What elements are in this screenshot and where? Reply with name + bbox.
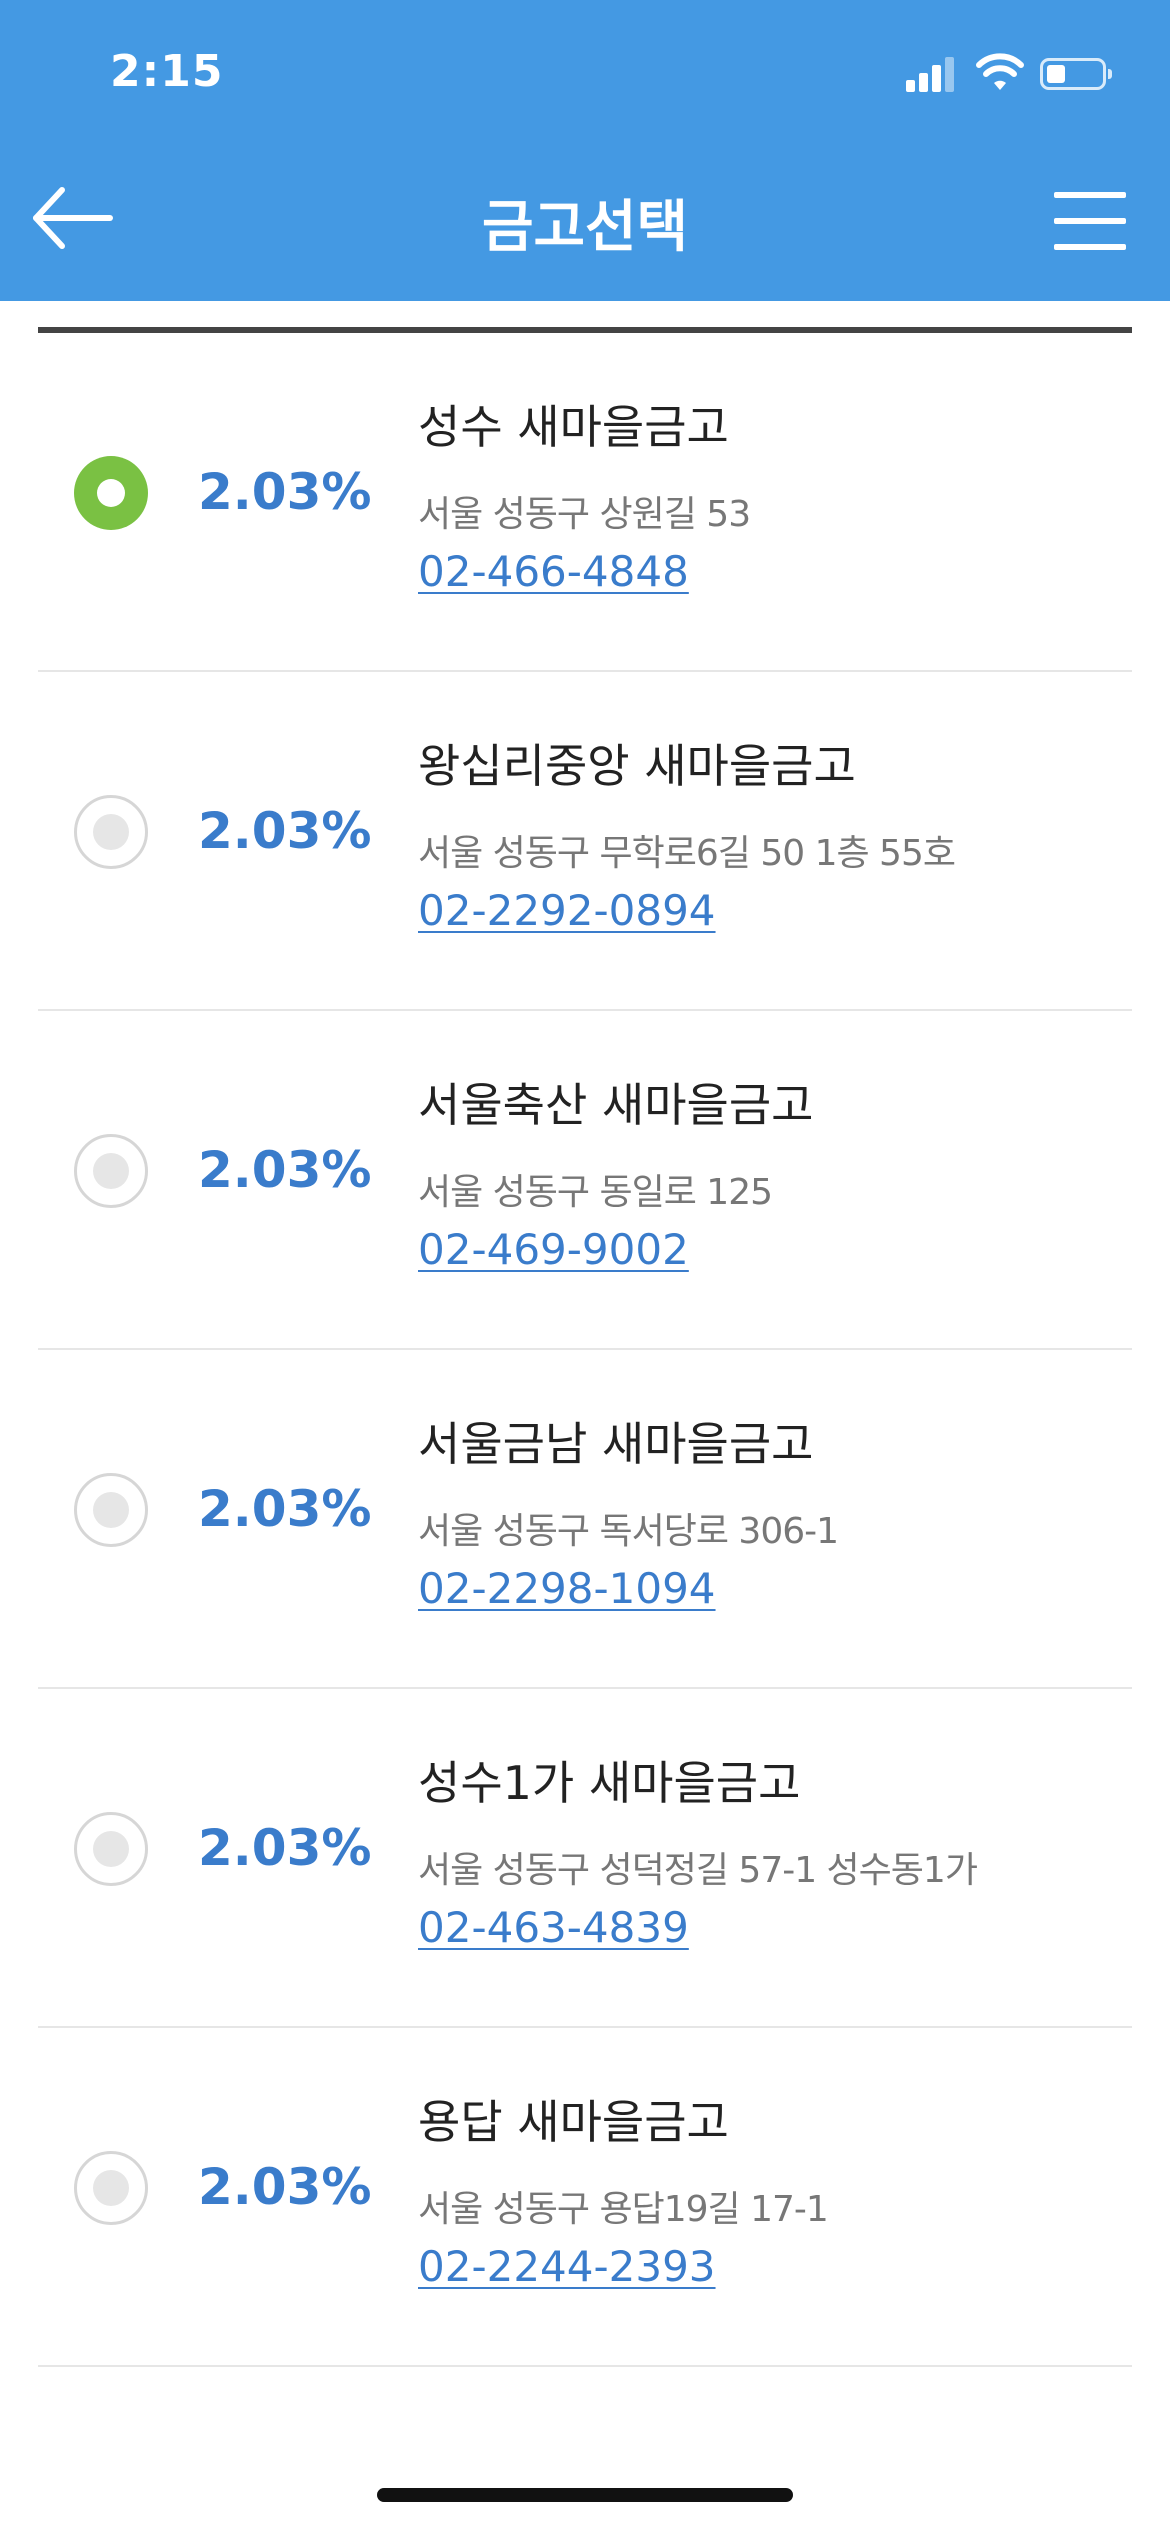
app-header: 2:15 금고선택: [0, 0, 1170, 301]
radio-unselected-icon[interactable]: [74, 2151, 148, 2225]
interest-rate: 2.03%: [198, 463, 372, 521]
branch-list: 2.03% 성수 새마을금고 서울 성동구 상원길 53 02-466-4848…: [38, 333, 1132, 2367]
branch-address: 서울 성동구 무학로6길 50 1층 55호: [418, 833, 956, 874]
branch-address: 서울 성동구 독서당로 306-1: [418, 1511, 839, 1552]
radio-unselected-icon[interactable]: [74, 1812, 148, 1886]
branch-name: 왕십리중앙 새마을금고: [418, 739, 856, 793]
battery-icon: [1040, 58, 1112, 90]
branch-name: 서울축산 새마을금고: [418, 1078, 814, 1132]
radio-unselected-icon[interactable]: [74, 795, 148, 869]
branch-name: 성수1가 새마을금고: [418, 1756, 801, 1810]
interest-rate: 2.03%: [198, 1480, 372, 1538]
cellular-signal-icon: [906, 56, 956, 92]
branch-address: 서울 성동구 동일로 125: [418, 1172, 773, 1213]
branch-name: 성수 새마을금고: [418, 400, 729, 454]
branch-row[interactable]: 2.03% 용답 새마을금고 서울 성동구 용답19길 17-1 02-2244…: [38, 2028, 1132, 2367]
home-indicator[interactable]: [377, 2488, 793, 2502]
page-title: 금고선택: [481, 195, 689, 260]
radio-selected-icon[interactable]: [74, 456, 148, 530]
radio-unselected-icon[interactable]: [74, 1473, 148, 1547]
interest-rate: 2.03%: [198, 1819, 372, 1877]
branch-name: 서울금남 새마을금고: [418, 1417, 814, 1471]
branch-row[interactable]: 2.03% 서울금남 새마을금고 서울 성동구 독서당로 306-1 02-22…: [38, 1350, 1132, 1689]
interest-rate: 2.03%: [198, 802, 372, 860]
branch-row[interactable]: 2.03% 왕십리중앙 새마을금고 서울 성동구 무학로6길 50 1층 55호…: [38, 672, 1132, 1011]
branch-phone-link[interactable]: 02-466-4848: [418, 547, 689, 596]
branch-address: 서울 성동구 성덕정길 57-1 성수동1가: [418, 1850, 978, 1891]
branch-phone-link[interactable]: 02-2292-0894: [418, 886, 716, 935]
wifi-icon: [976, 53, 1024, 90]
branch-row[interactable]: 2.03% 서울축산 새마을금고 서울 성동구 동일로 125 02-469-9…: [38, 1011, 1132, 1350]
branch-row[interactable]: 2.03% 성수1가 새마을금고 서울 성동구 성덕정길 57-1 성수동1가 …: [38, 1689, 1132, 2028]
interest-rate: 2.03%: [198, 2158, 372, 2216]
interest-rate: 2.03%: [198, 1141, 372, 1199]
hamburger-menu-icon[interactable]: [1050, 190, 1130, 252]
branch-row[interactable]: 2.03% 성수 새마을금고 서울 성동구 상원길 53 02-466-4848: [38, 333, 1132, 672]
radio-unselected-icon[interactable]: [74, 1134, 148, 1208]
status-time: 2:15: [110, 46, 224, 97]
branch-address: 서울 성동구 상원길 53: [418, 494, 751, 535]
branch-phone-link[interactable]: 02-463-4839: [418, 1903, 689, 1952]
branch-phone-link[interactable]: 02-469-9002: [418, 1225, 689, 1274]
branch-phone-link[interactable]: 02-2298-1094: [418, 1564, 716, 1613]
branch-address: 서울 성동구 용답19길 17-1: [418, 2189, 829, 2230]
branch-phone-link[interactable]: 02-2244-2393: [418, 2242, 716, 2291]
branch-name: 용답 새마을금고: [418, 2095, 729, 2149]
